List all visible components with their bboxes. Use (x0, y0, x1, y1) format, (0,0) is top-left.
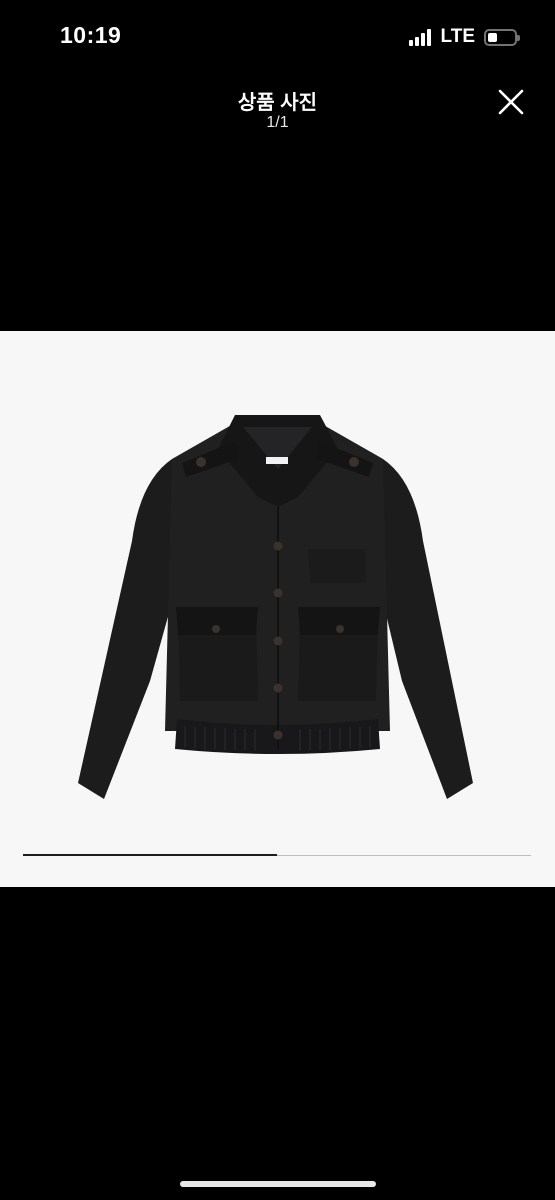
close-icon (498, 89, 524, 115)
cellular-signal-icon (408, 28, 433, 46)
photo-progress-track (23, 854, 531, 856)
close-button[interactable] (495, 86, 527, 118)
photo-viewer-screen: 10:19 LTE 상품 사진 1/1 (0, 0, 555, 1200)
battery-icon (484, 28, 520, 46)
home-indicator[interactable] (180, 1181, 376, 1187)
status-time: 10:19 (60, 22, 122, 48)
product-photo[interactable] (0, 331, 555, 887)
page-title: 상품 사진 (237, 92, 318, 114)
photo-progress-fill (23, 854, 277, 856)
battery-level (488, 32, 497, 42)
network-type: LTE (440, 26, 475, 47)
status-indicators: LTE (408, 26, 520, 48)
photo-counter: 1/1 (266, 114, 289, 131)
battery-cap (517, 34, 520, 41)
status-bar: 10:19 LTE (0, 0, 555, 72)
jacket-image (0, 331, 555, 887)
